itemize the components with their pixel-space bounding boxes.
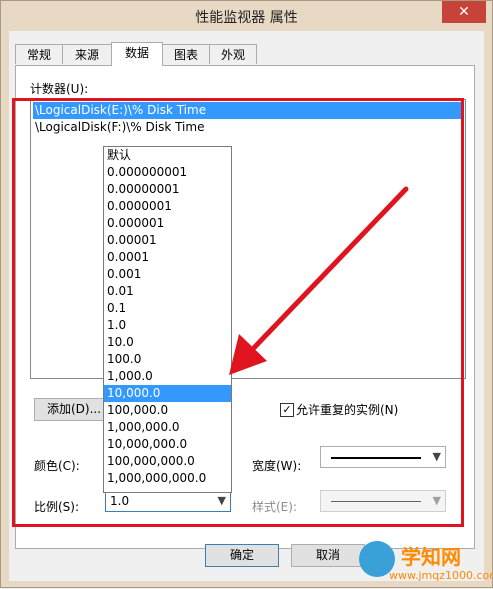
counter-item[interactable]: \LogicalDisk(F:)\% Disk Time	[33, 119, 463, 136]
width-combo[interactable]: ▼	[320, 446, 446, 468]
scale-option[interactable]: 0.000001	[104, 215, 231, 232]
scale-option[interactable]: 100,000.0	[104, 402, 231, 419]
scale-option-selected[interactable]: 10,000.0	[104, 385, 231, 402]
scale-option[interactable]: 0.00001	[104, 232, 231, 249]
line-width-sample	[331, 457, 421, 459]
scale-option[interactable]: 0.0000001	[104, 198, 231, 215]
style-label: 样式(E):	[252, 500, 297, 514]
scale-option[interactable]: 1,000.0	[104, 368, 231, 385]
allow-duplicate-checkbox[interactable]: ✓	[280, 403, 294, 417]
scale-option[interactable]: 0.000000001	[104, 164, 231, 181]
scale-option[interactable]: 10,000,000.0	[104, 436, 231, 453]
title-bar: 性能监视器 属性 ✕	[1, 1, 492, 31]
scale-option[interactable]: 0.00000001	[104, 181, 231, 198]
tab-source[interactable]: 来源	[62, 44, 112, 64]
allow-duplicate-label: 允许重复的实例(N)	[296, 403, 399, 417]
watermark: 学知网 www.jmqz1000.com	[359, 539, 493, 589]
data-tab-panel: 计数器(U): \LogicalDisk(E:)\% Disk Time \Lo…	[15, 65, 475, 549]
tab-appearance[interactable]: 外观	[209, 44, 257, 64]
scale-combo[interactable]: 1.0 ▼	[105, 490, 231, 512]
scale-label: 比例(S):	[34, 500, 80, 514]
chevron-down-icon: ▼	[432, 450, 441, 463]
scale-option[interactable]: 100.0	[104, 351, 231, 368]
close-button[interactable]: ✕	[442, 1, 486, 23]
tab-graph[interactable]: 图表	[162, 44, 210, 64]
scale-option[interactable]: 默认	[104, 147, 231, 164]
counter-item[interactable]: \LogicalDisk(E:)\% Disk Time	[33, 102, 463, 119]
ok-button[interactable]: 确定	[205, 544, 279, 567]
counters-label: 计数器(U):	[30, 82, 89, 96]
watermark-title: 学知网	[401, 545, 461, 569]
tab-data[interactable]: 数据	[111, 42, 163, 66]
scale-option[interactable]: 1,000,000,000.0	[104, 470, 231, 487]
checkmark-icon: ✓	[282, 403, 292, 416]
scale-dropdown-list[interactable]: 默认 0.000000001 0.00000001 0.0000001 0.00…	[103, 146, 232, 493]
scale-option[interactable]: 0.01	[104, 283, 231, 300]
line-style-sample	[331, 501, 421, 502]
scale-option[interactable]: 10.0	[104, 334, 231, 351]
scale-option[interactable]: 0.0001	[104, 249, 231, 266]
scale-option[interactable]: 1.0	[104, 317, 231, 334]
properties-dialog: 性能监视器 属性 ✕ 常规 来源 数据 图表 外观 计数器(U): \Logic…	[0, 0, 493, 588]
width-label: 宽度(W):	[252, 459, 302, 473]
scale-option[interactable]: 0.1	[104, 300, 231, 317]
cancel-button[interactable]: 取消	[291, 544, 365, 567]
counters-list[interactable]: \LogicalDisk(E:)\% Disk Time \LogicalDis…	[30, 99, 466, 379]
scale-combo-value: 1.0	[110, 494, 130, 508]
dialog-client: 常规 来源 数据 图表 外观 计数器(U): \LogicalDisk(E:)\…	[9, 31, 484, 581]
style-combo: ▼	[320, 490, 446, 512]
chevron-down-icon: ▼	[432, 494, 441, 507]
add-button[interactable]: 添加(D)...	[34, 398, 114, 421]
watermark-url: www.jmqz1000.com	[389, 569, 493, 582]
color-label: 颜色(C):	[34, 459, 80, 473]
scale-option[interactable]: 100,000,000.0	[104, 453, 231, 470]
scale-option[interactable]: 1,000,000.0	[104, 419, 231, 436]
window-title: 性能监视器 属性	[195, 10, 298, 26]
tab-general[interactable]: 常规	[15, 44, 63, 64]
chevron-down-icon: ▼	[217, 494, 226, 507]
scale-option[interactable]: 0.001	[104, 266, 231, 283]
